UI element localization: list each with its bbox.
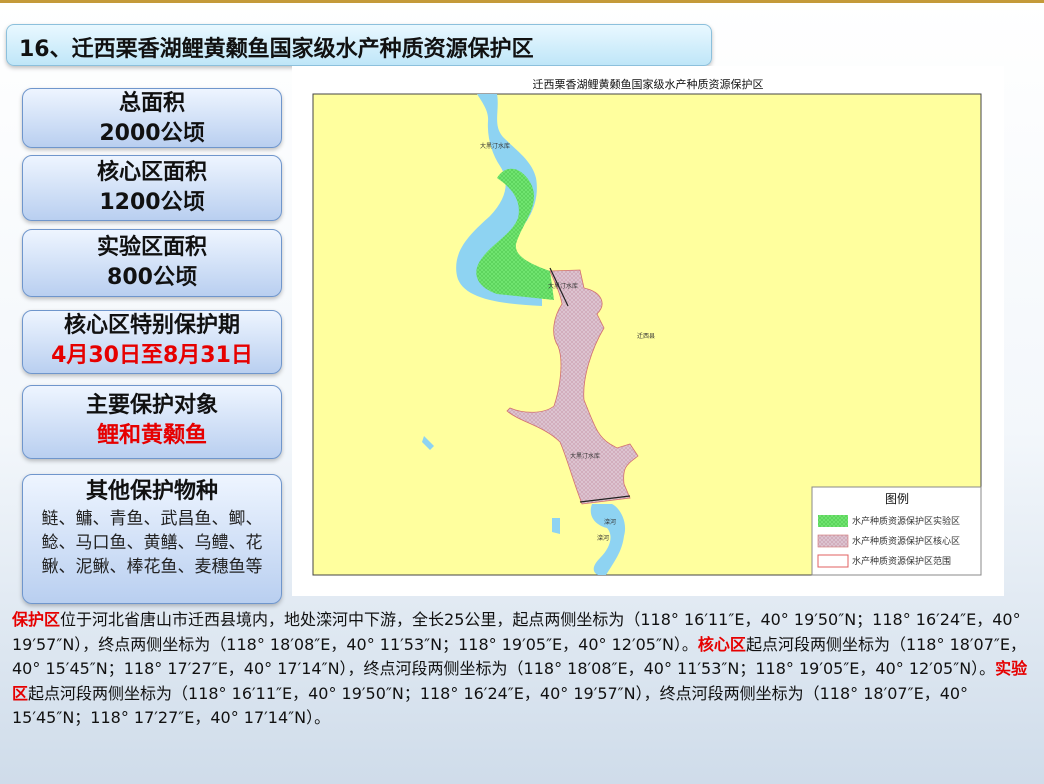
description-text: 保护区位于河北省唐山市迁西县境内，地处滦河中下游，全长25公里，起点两侧坐标为（… xyxy=(12,608,1040,731)
map-legend: 图例 水产种质资源保护区实验区 水产种质资源保护区核心区 水产种质资源保护区范围 xyxy=(811,486,982,576)
title-banner: 16、迁西栗香湖鲤黄颡鱼国家级水产种质资源保护区 xyxy=(6,24,712,66)
card-label: 实验区面积 xyxy=(96,235,207,260)
label-reservoir-top: 大黑汀水库 xyxy=(480,142,510,150)
card-label: 主要保护对象 xyxy=(85,393,218,418)
highlight-protected-area: 保护区 xyxy=(12,610,61,629)
label-reservoir-mid: 大黑汀水库 xyxy=(548,282,578,290)
card-label: 总面积 xyxy=(118,91,185,116)
legend-swatch-core xyxy=(817,534,849,548)
page-title: 16、迁西栗香湖鲤黄颡鱼国家级水产种质资源保护区 xyxy=(19,37,534,62)
card-value: 2000公顷 xyxy=(99,121,205,146)
map-panel: 迁西栗香湖鲤黄颡鱼国家级水产种质资源保护区 大黑汀水库 大黑汀水库 迁西县 大黑… xyxy=(292,66,1004,596)
card-value: 1200公顷 xyxy=(99,190,205,215)
description-part: 起点河段两侧坐标为（118° 16′11″E，40° 19′50″N；118° … xyxy=(12,683,969,728)
label-reservoir-low: 大黑汀水库 xyxy=(570,452,600,460)
card-special-period: 核心区特别保护期 4月30日至8月31日 xyxy=(22,310,282,374)
card-other-species: 其他保护物种 鲢、鳙、青鱼、武昌鱼、鲫、鲶、马口鱼、黄鳝、乌鳢、花鳅、泥鳅、棒花… xyxy=(22,474,282,604)
legend-label-experimental: 水产种质资源保护区实验区 xyxy=(852,515,960,526)
label-river-1: 滦河 xyxy=(604,518,616,526)
card-label: 其他保护物种 xyxy=(85,479,218,504)
card-value: 鲤和黄颡鱼 xyxy=(96,423,207,448)
map-svg: 迁西栗香湖鲤黄颡鱼国家级水产种质资源保护区 大黑汀水库 大黑汀水库 迁西县 大黑… xyxy=(312,77,982,576)
label-county: 迁西县 xyxy=(637,332,655,340)
label-river-2: 滦河 xyxy=(597,534,609,542)
legend-swatch-boundary xyxy=(817,554,849,568)
legend-label-core: 水产种质资源保护区核心区 xyxy=(852,535,960,546)
card-label: 核心区特别保护期 xyxy=(63,313,240,338)
map-title: 迁西栗香湖鲤黄颡鱼国家级水产种质资源保护区 xyxy=(533,77,764,91)
small-water-body xyxy=(552,518,560,534)
legend-title: 图例 xyxy=(885,492,909,506)
legend-swatch-experimental xyxy=(818,515,848,527)
card-value: 鲢、鳙、青鱼、武昌鱼、鲫、鲶、马口鱼、黄鳝、乌鳢、花鳅、泥鳅、棒花鱼、麦穗鱼等 xyxy=(41,509,263,577)
highlight-core-zone: 核心区 xyxy=(697,634,746,654)
card-value: 800公顷 xyxy=(107,265,197,290)
card-core-area: 核心区面积 1200公顷 xyxy=(22,155,282,221)
top-accent-line xyxy=(0,0,1044,3)
card-exp-area: 实验区面积 800公顷 xyxy=(22,229,282,297)
legend-label-boundary: 水产种质资源保护区范围 xyxy=(852,555,951,566)
card-label: 核心区面积 xyxy=(96,160,207,185)
card-total-area: 总面积 2000公顷 xyxy=(22,88,282,148)
card-value: 4月30日至8月31日 xyxy=(51,343,253,368)
card-main-species: 主要保护对象 鲤和黄颡鱼 xyxy=(22,385,282,459)
